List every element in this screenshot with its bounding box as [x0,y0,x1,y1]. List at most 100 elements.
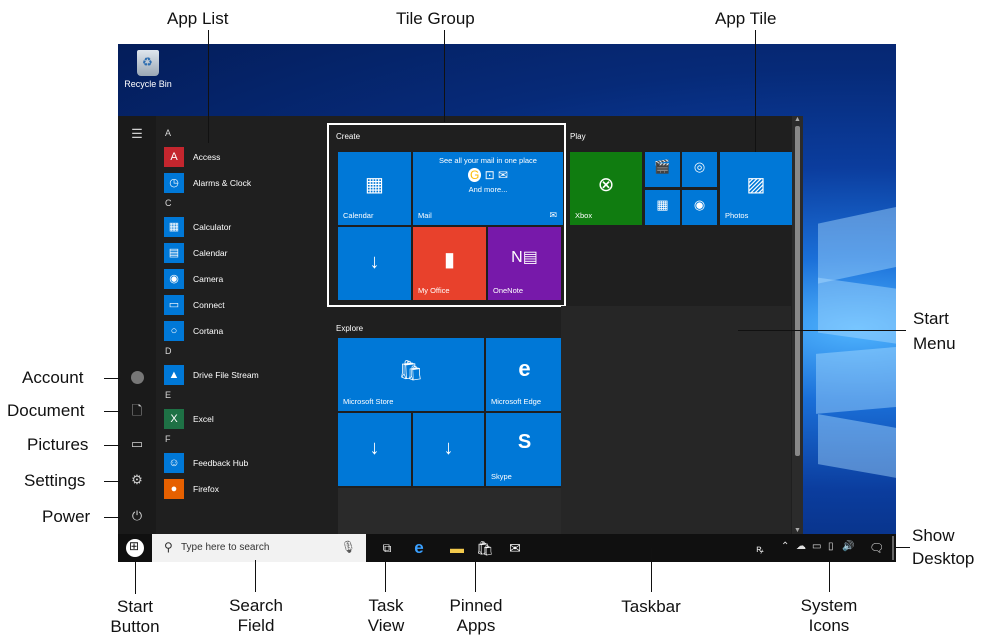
calculator-icon: ▦ [656,197,669,212]
leader-line [104,378,120,379]
tile-skype[interactable]: S Skype [486,413,563,486]
annotation-line: Pinned [449,596,503,615]
annotation-line: Button [110,617,160,636]
tile-microsoft-store[interactable]: 🛍 Microsoft Store [338,338,484,411]
app-list-item[interactable]: ▭ Connect [164,294,225,316]
pictures-icon[interactable]: ▭ [127,434,147,454]
scroll-up-icon[interactable]: ▲ [793,116,802,123]
app-list-letter-header[interactable]: E [165,390,171,400]
camera-icon: ◉ [164,269,184,289]
app-list: A A Access ◷ Alarms & Clock C ▦ Calculator ▤ Cale… [156,116,318,534]
app-list-item[interactable]: A Access [164,146,220,168]
annotation-line: Search [229,596,283,615]
annotation-account: Account [22,368,84,387]
app-name: Feedback Hub [193,458,249,468]
tile-download[interactable]: ↓ [413,413,484,486]
leader-line [255,560,256,592]
leader-line [135,560,136,594]
mail-icon[interactable]: ✉ [504,538,526,558]
chevron-up-icon[interactable]: ⌃ [781,541,789,552]
app-list-item[interactable]: ◉ Camera [164,268,223,290]
app-list-item[interactable]: ○ Cortana [164,320,223,342]
app-list-item[interactable]: ▦ Calculator [164,216,231,238]
account-icon[interactable] [127,370,147,390]
app-list-item[interactable]: ● Firefox [164,478,219,500]
onedrive-icon[interactable]: ☁ [796,541,806,552]
recycle-bin[interactable]: Recycle Bin [122,50,174,89]
app-name: Calendar [193,248,228,258]
file-explorer-icon[interactable]: ▬ [446,538,468,558]
annotation-line: View [367,616,405,635]
start-button[interactable] [118,534,152,562]
edge-icon: e [518,356,531,381]
tile-webcam[interactable]: ◉ [682,190,717,225]
tile-photos[interactable]: ▨ Photos [720,152,792,225]
leader-line [104,517,120,518]
tile-label: Skype [491,472,512,481]
document-icon[interactable]: 🗋 [127,401,147,421]
skype-icon: S [517,431,532,453]
search-icon: ⚲ [164,540,173,554]
drive-icon: ▲ [164,365,184,385]
microphone-icon[interactable]: 🎙 [341,540,356,554]
app-name: Firefox [193,484,219,494]
app-name: Drive File Stream [193,370,259,380]
scroll-down-icon[interactable]: ▼ [793,527,802,534]
leader-line [385,560,386,592]
edge-icon[interactable]: e [408,538,430,558]
app-list-item[interactable]: ▲ Drive File Stream [164,364,259,386]
store-icon[interactable]: 🛍 [474,538,496,558]
calculator-icon: ▦ [164,217,184,237]
app-list-letter-header[interactable]: A [165,128,171,138]
tile-download[interactable]: ↓ [338,413,411,486]
wallpaper-beam [818,277,896,346]
search-field[interactable]: ⚲ Type here to search 🎙 [152,534,366,562]
annotation-search-field: Search Field [218,596,294,636]
annotation-line: Start [117,597,153,616]
annotation-show-desktop-line2: Desktop [912,549,975,568]
annotation-start-menu-line1: Start [913,309,949,328]
app-name: Cortana [193,326,224,336]
volume-icon[interactable]: 🔊 [842,541,854,552]
annotation-show-desktop-line1: Show [912,526,955,545]
download-icon: ↓ [369,437,380,459]
show-desktop-button[interactable] [892,536,894,560]
task-view-icon[interactable]: ⧉ [376,538,398,558]
leader-line [444,30,445,122]
app-list-item[interactable]: ☺ Feedback Hub [164,452,248,474]
app-list-letter-header[interactable]: C [165,198,172,208]
app-list-item[interactable]: ▤ Calendar [164,242,228,264]
app-list-item[interactable]: ◷ Alarms & Clock [164,172,251,194]
download-icon: ↓ [443,437,454,459]
leader-line [104,411,120,412]
wallpaper-beam [816,346,896,414]
tile-movies[interactable]: 🎬 [645,152,680,187]
network-icon[interactable]: ▯ [828,541,834,552]
start-menu: ☰ 🗋 ▭ ⚙ ⏻ A A Access ◷ Alarms & Clock C ▦ Calcu… [118,116,803,534]
settings-icon[interactable]: ⚙ [127,470,147,490]
tile-label: Microsoft Store [343,397,394,406]
leader-line [896,547,910,548]
leader-line [475,560,476,592]
app-list-item[interactable]: X Excel [164,408,214,430]
tile-microsoft-edge[interactable]: e Microsoft Edge [486,338,563,411]
hamburger-icon[interactable]: ☰ [127,124,147,144]
power-icon[interactable]: ⏻ [127,506,147,526]
annotation-line: Apps [456,616,496,635]
action-center-icon[interactable]: 🗨 [869,541,884,555]
tile-groove[interactable]: ◎ [682,152,717,187]
movies-icon: 🎬 [654,159,671,174]
annotation-line: Field [237,616,275,635]
tile-calculator[interactable]: ▦ [645,190,680,225]
annotation-start-button: Start Button [105,597,165,637]
app-list-letter-header[interactable]: F [165,434,171,444]
people-icon[interactable]: ꝶ [756,541,764,555]
app-list-letter-header[interactable]: D [165,346,172,356]
app-name: Access [193,152,221,162]
battery-icon[interactable]: ▭ [812,541,821,552]
photos-icon: ▨ [746,174,766,196]
tile-xbox[interactable]: ⊗ Xbox [570,152,642,225]
start-scrollbar[interactable]: ▲ ▼ [792,116,803,534]
scroll-thumb[interactable] [795,126,800,456]
leader-line [738,330,906,331]
